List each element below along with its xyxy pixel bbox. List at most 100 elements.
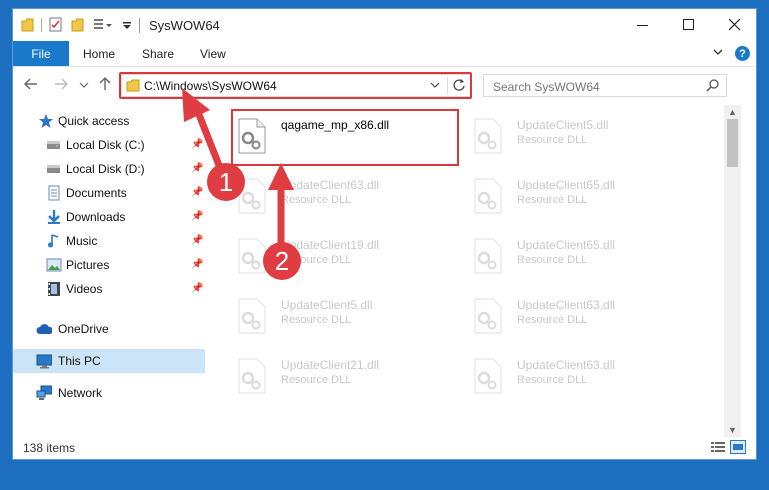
dll-file-icon bbox=[474, 118, 502, 154]
nav-local-disk-c[interactable]: Local Disk (C:) 📌 bbox=[13, 133, 205, 157]
tab-file[interactable]: File bbox=[13, 41, 69, 66]
minimize-icon bbox=[637, 25, 648, 26]
nav-documents[interactable]: Documents 📌 bbox=[13, 181, 205, 205]
pin-icon[interactable]: 📌 bbox=[191, 283, 203, 294]
network-icon bbox=[36, 385, 52, 400]
nav-quick-access[interactable]: Quick access bbox=[13, 109, 205, 133]
nav-label: Music bbox=[66, 234, 98, 248]
callout-2: 2 bbox=[263, 242, 301, 280]
search-box[interactable] bbox=[483, 74, 727, 98]
close-button[interactable] bbox=[712, 9, 756, 41]
pin-icon[interactable]: 📌 bbox=[191, 139, 203, 150]
vertical-scrollbar[interactable]: ▲ ▼ bbox=[724, 105, 741, 437]
file-name: UpdateClient63.dll bbox=[517, 298, 616, 312]
scroll-up-icon[interactable]: ▲ bbox=[724, 105, 741, 119]
nav-downloads[interactable]: Downloads 📌 bbox=[13, 205, 205, 229]
file-tile[interactable]: UpdateClient63.dll Resource DLL bbox=[467, 290, 697, 338]
nav-network[interactable]: Network bbox=[13, 381, 205, 405]
maximize-button[interactable] bbox=[666, 9, 712, 41]
expand-ribbon-icon[interactable] bbox=[712, 45, 724, 59]
address-row: C:\Windows\SysWOW64 bbox=[13, 67, 756, 103]
scroll-thumb[interactable] bbox=[727, 119, 738, 167]
file-type: Resource DLL bbox=[517, 134, 588, 146]
up-icon[interactable] bbox=[97, 76, 113, 92]
pin-icon[interactable]: 📌 bbox=[191, 259, 203, 270]
qat-separator bbox=[41, 18, 42, 32]
pin-icon[interactable]: 📌 bbox=[191, 235, 203, 246]
computer-icon bbox=[36, 354, 52, 369]
downloads-icon bbox=[48, 210, 60, 224]
qat-dropdown-icon[interactable] bbox=[121, 17, 133, 33]
file-name: UpdateClient65.dll bbox=[517, 178, 616, 192]
pictures-icon bbox=[46, 258, 62, 272]
details-view-icon[interactable] bbox=[710, 440, 726, 454]
pin-icon[interactable]: 📌 bbox=[191, 163, 203, 174]
nav-label: Quick access bbox=[58, 114, 130, 128]
tiles-view-icon[interactable] bbox=[730, 440, 746, 454]
nav-videos[interactable]: Videos 📌 bbox=[13, 277, 205, 301]
file-type: Resource DLL bbox=[517, 194, 588, 206]
properties-icon[interactable] bbox=[49, 17, 63, 33]
window-title: SysWOW64 bbox=[149, 18, 220, 33]
maximize-icon bbox=[683, 19, 694, 30]
file-tile[interactable]: UpdateClient63.dll Resource DLL bbox=[467, 350, 697, 398]
nav-label: Network bbox=[58, 386, 103, 400]
music-icon bbox=[48, 234, 59, 248]
tab-share[interactable]: Share bbox=[142, 47, 174, 61]
new-folder-icon[interactable] bbox=[71, 17, 85, 33]
file-name: UpdateClient5.dll bbox=[517, 118, 609, 132]
forward-icon[interactable] bbox=[53, 76, 69, 92]
file-tile[interactable]: UpdateClient65.dll Resource DLL bbox=[467, 170, 697, 218]
documents-icon bbox=[48, 185, 60, 201]
callout-1: 1 bbox=[207, 163, 245, 201]
nav-onedrive[interactable]: OneDrive bbox=[13, 317, 205, 341]
file-tile[interactable]: UpdateClient5.dll Resource DLL bbox=[231, 290, 461, 338]
star-icon bbox=[39, 114, 53, 128]
file-type: Resource DLL bbox=[517, 254, 588, 266]
file-type: Resource DLL bbox=[281, 314, 352, 326]
back-icon[interactable] bbox=[23, 76, 39, 92]
videos-icon bbox=[48, 282, 60, 296]
file-name: UpdateClient63.dll bbox=[517, 358, 616, 372]
dll-file-icon bbox=[238, 298, 266, 334]
item-count: 138 items bbox=[23, 441, 76, 455]
close-icon bbox=[729, 19, 741, 31]
folder-icon bbox=[21, 18, 34, 32]
drive-icon bbox=[47, 141, 60, 149]
nav-label: Local Disk (C:) bbox=[66, 138, 145, 152]
nav-music[interactable]: Music 📌 bbox=[13, 229, 205, 253]
file-highlight-box bbox=[231, 109, 459, 166]
scroll-down-icon[interactable]: ▼ bbox=[724, 423, 741, 437]
pin-icon[interactable]: 📌 bbox=[191, 211, 203, 222]
file-name: UpdateClient63.dll bbox=[281, 178, 380, 192]
minimize-button[interactable] bbox=[620, 9, 666, 41]
tab-home[interactable]: Home bbox=[83, 47, 115, 61]
file-tile[interactable]: UpdateClient21.dll Resource DLL bbox=[231, 350, 461, 398]
pin-icon[interactable]: 📌 bbox=[191, 187, 203, 198]
help-icon[interactable]: ? bbox=[735, 46, 750, 61]
file-tile[interactable]: UpdateClient63.dll Resource DLL bbox=[231, 170, 461, 218]
drive-icon bbox=[47, 165, 60, 173]
nav-label: Documents bbox=[66, 186, 127, 200]
nav-label: Local Disk (D:) bbox=[66, 162, 145, 176]
file-name: UpdateClient65.dll bbox=[517, 238, 616, 252]
customize-qat-icon[interactable] bbox=[93, 17, 115, 33]
nav-label: Videos bbox=[66, 282, 103, 296]
tab-view[interactable]: View bbox=[200, 47, 226, 61]
navigation-pane: Quick access Local Disk (C:) 📌 Local Dis… bbox=[13, 105, 209, 437]
ribbon-tabs: File Home Share View ? bbox=[13, 41, 756, 67]
file-type: Resource DLL bbox=[517, 314, 588, 326]
explorer-window: SysWOW64 File Home Share View ? C:\Windo… bbox=[12, 8, 757, 460]
dll-file-icon bbox=[474, 358, 502, 394]
file-tile[interactable]: UpdateClient5.dll Resource DLL bbox=[467, 110, 697, 158]
nav-this-pc[interactable]: This PC bbox=[13, 349, 205, 373]
nav-label: This PC bbox=[58, 354, 101, 368]
search-icon[interactable] bbox=[706, 78, 720, 92]
search-input[interactable] bbox=[484, 75, 710, 98]
file-tile[interactable]: UpdateClient65.dll Resource DLL bbox=[467, 230, 697, 278]
nav-pictures[interactable]: Pictures 📌 bbox=[13, 253, 205, 277]
file-name: UpdateClient5.dll bbox=[281, 298, 373, 312]
recent-locations-icon[interactable] bbox=[79, 80, 89, 90]
nav-local-disk-d[interactable]: Local Disk (D:) 📌 bbox=[13, 157, 205, 181]
address-highlight-box bbox=[119, 72, 472, 99]
